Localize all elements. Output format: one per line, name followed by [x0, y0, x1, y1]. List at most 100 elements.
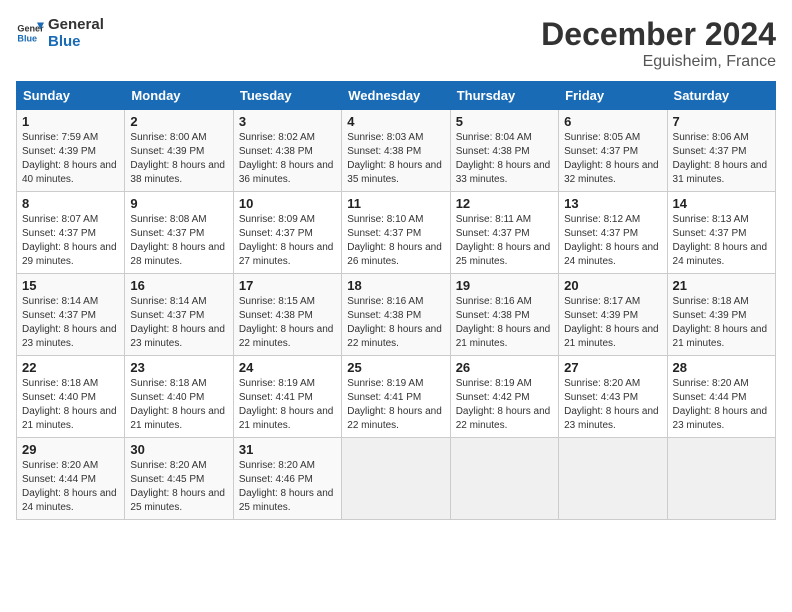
day-info: Sunrise: 8:16 AMSunset: 4:38 PMDaylight:…	[456, 295, 553, 351]
calendar-cell	[667, 438, 775, 520]
calendar-cell: 5 Sunrise: 8:04 AMSunset: 4:38 PMDaylight…	[450, 110, 558, 192]
calendar-cell: 29 Sunrise: 8:20 AMSunset: 4:44 PMDayligh…	[17, 438, 125, 520]
calendar-cell: 30 Sunrise: 8:20 AMSunset: 4:45 PMDayligh…	[125, 438, 233, 520]
day-number: 27	[564, 360, 661, 375]
calendar-cell: 10 Sunrise: 8:09 AMSunset: 4:37 PMDayligh…	[233, 192, 341, 274]
day-number: 4	[347, 114, 444, 129]
day-info: Sunrise: 8:20 AMSunset: 4:46 PMDaylight:…	[239, 459, 336, 515]
day-info: Sunrise: 8:16 AMSunset: 4:38 PMDaylight:…	[347, 295, 444, 351]
day-number: 28	[673, 360, 770, 375]
header: General Blue General Blue December 2024 …	[16, 16, 776, 71]
calendar-week-row: 15Sunrise: 8:14 AMSunset: 4:37 PMDayligh…	[17, 274, 776, 356]
day-info: Sunrise: 8:20 AMSunset: 4:45 PMDaylight:…	[130, 459, 227, 515]
day-info: Sunrise: 8:07 AMSunset: 4:37 PMDaylight:…	[22, 213, 119, 269]
day-number: 22	[22, 360, 119, 375]
logo: General Blue General Blue	[16, 16, 104, 50]
day-info: Sunrise: 8:04 AMSunset: 4:38 PMDaylight:…	[456, 131, 553, 187]
day-info: Sunrise: 8:02 AMSunset: 4:38 PMDaylight:…	[239, 131, 336, 187]
calendar-cell: 2 Sunrise: 8:00 AMSunset: 4:39 PMDaylight…	[125, 110, 233, 192]
day-info: Sunrise: 8:03 AMSunset: 4:38 PMDaylight:…	[347, 131, 444, 187]
location-title: Eguisheim, France	[541, 53, 776, 71]
header-day-friday: Friday	[559, 82, 667, 110]
calendar-cell: 20Sunrise: 8:17 AMSunset: 4:39 PMDayligh…	[559, 274, 667, 356]
calendar-cell: 27 Sunrise: 8:20 AMSunset: 4:43 PMDayligh…	[559, 356, 667, 438]
calendar-cell: 8 Sunrise: 8:07 AMSunset: 4:37 PMDaylight…	[17, 192, 125, 274]
day-info: Sunrise: 8:05 AMSunset: 4:37 PMDaylight:…	[564, 131, 661, 187]
day-number: 17	[239, 278, 336, 293]
calendar-week-row: 1 Sunrise: 7:59 AMSunset: 4:39 PMDaylight…	[17, 110, 776, 192]
calendar-cell: 4 Sunrise: 8:03 AMSunset: 4:38 PMDaylight…	[342, 110, 450, 192]
day-info: Sunrise: 7:59 AMSunset: 4:39 PMDaylight:…	[22, 131, 119, 187]
day-info: Sunrise: 8:20 AMSunset: 4:44 PMDaylight:…	[22, 459, 119, 515]
header-day-sunday: Sunday	[17, 82, 125, 110]
header-day-tuesday: Tuesday	[233, 82, 341, 110]
day-info: Sunrise: 8:12 AMSunset: 4:37 PMDaylight:…	[564, 213, 661, 269]
header-day-saturday: Saturday	[667, 82, 775, 110]
day-number: 18	[347, 278, 444, 293]
day-number: 25	[347, 360, 444, 375]
day-info: Sunrise: 8:09 AMSunset: 4:37 PMDaylight:…	[239, 213, 336, 269]
calendar-cell: 31 Sunrise: 8:20 AMSunset: 4:46 PMDayligh…	[233, 438, 341, 520]
day-info: Sunrise: 8:00 AMSunset: 4:39 PMDaylight:…	[130, 131, 227, 187]
header-day-thursday: Thursday	[450, 82, 558, 110]
calendar-week-row: 8 Sunrise: 8:07 AMSunset: 4:37 PMDaylight…	[17, 192, 776, 274]
header-day-monday: Monday	[125, 82, 233, 110]
calendar-cell: 14Sunrise: 8:13 AMSunset: 4:37 PMDayligh…	[667, 192, 775, 274]
calendar-cell: 23Sunrise: 8:18 AMSunset: 4:40 PMDayligh…	[125, 356, 233, 438]
day-number: 5	[456, 114, 553, 129]
calendar-cell: 25Sunrise: 8:19 AMSunset: 4:41 PMDayligh…	[342, 356, 450, 438]
calendar-cell: 26Sunrise: 8:19 AMSunset: 4:42 PMDayligh…	[450, 356, 558, 438]
title-area: December 2024 Eguisheim, France	[541, 16, 776, 71]
day-number: 10	[239, 196, 336, 211]
day-number: 2	[130, 114, 227, 129]
day-number: 30	[130, 442, 227, 457]
day-number: 9	[130, 196, 227, 211]
day-number: 11	[347, 196, 444, 211]
calendar-cell: 24 Sunrise: 8:19 AMSunset: 4:41 PMDayligh…	[233, 356, 341, 438]
calendar-table: SundayMondayTuesdayWednesdayThursdayFrid…	[16, 81, 776, 520]
calendar-cell: 3Sunrise: 8:02 AMSunset: 4:38 PMDaylight…	[233, 110, 341, 192]
day-info: Sunrise: 8:10 AMSunset: 4:37 PMDaylight:…	[347, 213, 444, 269]
calendar-cell: 15Sunrise: 8:14 AMSunset: 4:37 PMDayligh…	[17, 274, 125, 356]
day-number: 19	[456, 278, 553, 293]
calendar-cell	[450, 438, 558, 520]
day-number: 29	[22, 442, 119, 457]
calendar-cell: 1 Sunrise: 7:59 AMSunset: 4:39 PMDaylight…	[17, 110, 125, 192]
day-number: 16	[130, 278, 227, 293]
day-info: Sunrise: 8:19 AMSunset: 4:41 PMDaylight:…	[239, 377, 336, 433]
calendar-cell: 7Sunrise: 8:06 AMSunset: 4:37 PMDaylight…	[667, 110, 775, 192]
day-number: 8	[22, 196, 119, 211]
calendar-cell: 13 Sunrise: 8:12 AMSunset: 4:37 PMDayligh…	[559, 192, 667, 274]
day-number: 20	[564, 278, 661, 293]
day-number: 13	[564, 196, 661, 211]
calendar-header-row: SundayMondayTuesdayWednesdayThursdayFrid…	[17, 82, 776, 110]
day-info: Sunrise: 8:13 AMSunset: 4:37 PMDaylight:…	[673, 213, 770, 269]
day-info: Sunrise: 8:20 AMSunset: 4:43 PMDaylight:…	[564, 377, 661, 433]
day-number: 6	[564, 114, 661, 129]
logo-blue: Blue	[48, 33, 104, 50]
day-number: 12	[456, 196, 553, 211]
day-info: Sunrise: 8:11 AMSunset: 4:37 PMDaylight:…	[456, 213, 553, 269]
calendar-cell	[342, 438, 450, 520]
day-number: 15	[22, 278, 119, 293]
calendar-week-row: 22 Sunrise: 8:18 AMSunset: 4:40 PMDayligh…	[17, 356, 776, 438]
day-number: 31	[239, 442, 336, 457]
day-info: Sunrise: 8:19 AMSunset: 4:42 PMDaylight:…	[456, 377, 553, 433]
calendar-cell: 28 Sunrise: 8:20 AMSunset: 4:44 PMDayligh…	[667, 356, 775, 438]
day-number: 1	[22, 114, 119, 129]
calendar-cell: 16Sunrise: 8:14 AMSunset: 4:37 PMDayligh…	[125, 274, 233, 356]
calendar-cell: 18 Sunrise: 8:16 AMSunset: 4:38 PMDayligh…	[342, 274, 450, 356]
calendar-cell: 12 Sunrise: 8:11 AMSunset: 4:37 PMDayligh…	[450, 192, 558, 274]
logo-general: General	[48, 16, 104, 33]
calendar-cell: 22 Sunrise: 8:18 AMSunset: 4:40 PMDayligh…	[17, 356, 125, 438]
day-info: Sunrise: 8:20 AMSunset: 4:44 PMDaylight:…	[673, 377, 770, 433]
logo-icon: General Blue	[16, 19, 44, 47]
svg-text:Blue: Blue	[17, 33, 37, 43]
day-info: Sunrise: 8:18 AMSunset: 4:39 PMDaylight:…	[673, 295, 770, 351]
calendar-cell: 6 Sunrise: 8:05 AMSunset: 4:37 PMDaylight…	[559, 110, 667, 192]
calendar-cell: 17Sunrise: 8:15 AMSunset: 4:38 PMDayligh…	[233, 274, 341, 356]
calendar-cell: 11 Sunrise: 8:10 AMSunset: 4:37 PMDayligh…	[342, 192, 450, 274]
day-number: 24	[239, 360, 336, 375]
day-info: Sunrise: 8:18 AMSunset: 4:40 PMDaylight:…	[22, 377, 119, 433]
calendar-cell: 21Sunrise: 8:18 AMSunset: 4:39 PMDayligh…	[667, 274, 775, 356]
